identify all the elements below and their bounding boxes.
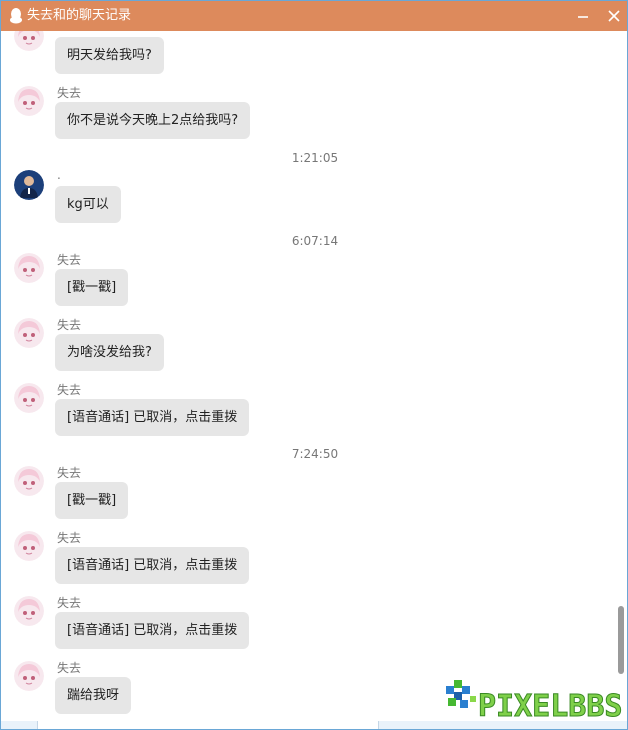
message-item: 失去 [语音通话] 已取消，点击重拨 [1, 531, 601, 591]
message-bubble[interactable]: kg可以 [55, 186, 121, 223]
message-item: 失去 [戳一戳] [1, 466, 601, 526]
minimize-icon [578, 16, 588, 18]
chat-history-window: 失去和的聊天记录 明天发给我吗? 失去 你不是说今天晚上2点给我吗? 1:21:… [0, 0, 628, 730]
message-item: 失去 [语音通话] 已取消，点击重拨 [1, 383, 601, 443]
message-input-edge[interactable] [37, 721, 379, 729]
anime-girl-avatar[interactable] [14, 31, 44, 51]
sender-name: 失去 [57, 383, 82, 397]
message-item: 明天发给我吗? [1, 31, 601, 81]
sender-name: 失去 [57, 253, 82, 267]
close-icon [608, 10, 620, 22]
qq-penguin-icon [10, 8, 22, 24]
pixelbbs-watermark: PIXELBBS [446, 680, 623, 725]
timestamp: 1:21:05 [291, 151, 339, 165]
close-button[interactable] [603, 6, 625, 26]
message-bubble[interactable]: [语音通话] 已取消，点击重拨 [55, 612, 250, 649]
message-bubble[interactable]: 你不是说今天晚上2点给我吗? [55, 102, 251, 139]
anime-girl-avatar[interactable] [14, 531, 44, 561]
sender-name: 失去 [57, 318, 82, 332]
anime-girl-avatar[interactable] [14, 466, 44, 496]
message-list[interactable]: 明天发给我吗? 失去 你不是说今天晚上2点给我吗? 1:21:05 . kg可以… [1, 31, 613, 721]
sender-name: 失去 [57, 86, 82, 100]
message-item: 失去 [语音通话] 已取消，点击重拨 [1, 596, 601, 656]
message-bubble[interactable]: 踹给我呀 [55, 677, 132, 714]
sender-name: . [57, 168, 61, 182]
sender-name: 失去 [57, 531, 82, 545]
anime-girl-avatar[interactable] [14, 318, 44, 348]
message-bubble[interactable]: [语音通话] 已取消，点击重拨 [55, 547, 250, 584]
title-bar[interactable]: 失去和的聊天记录 [1, 1, 627, 31]
minimize-button[interactable] [572, 6, 594, 26]
message-bubble[interactable]: 为啥没发给我? [55, 334, 164, 371]
message-bubble[interactable]: [戳一戳] [55, 269, 129, 306]
message-item: 失去 你不是说今天晚上2点给我吗? [1, 86, 601, 146]
sender-name: 失去 [57, 466, 82, 480]
window-title: 失去和的聊天记录 [27, 8, 132, 23]
anime-girl-avatar[interactable] [14, 86, 44, 116]
person-photo-avatar[interactable] [14, 170, 44, 200]
sender-name: 失去 [57, 596, 82, 610]
watermark-text: PIXELBBS [478, 689, 623, 724]
message-bubble[interactable]: 明天发给我吗? [55, 37, 164, 74]
message-item: 失去 [戳一戳] [1, 253, 601, 313]
message-bubble[interactable]: [语音通话] 已取消，点击重拨 [55, 399, 250, 436]
anime-girl-avatar[interactable] [14, 596, 44, 626]
message-item: . kg可以 [1, 168, 601, 230]
timestamp: 7:24:50 [291, 447, 339, 461]
vertical-scrollbar[interactable] [615, 31, 627, 721]
sender-name: 失去 [57, 661, 82, 675]
anime-girl-avatar[interactable] [14, 383, 44, 413]
message-item: 失去 为啥没发给我? [1, 318, 601, 378]
scrollbar-thumb[interactable] [618, 606, 624, 674]
anime-girl-avatar[interactable] [14, 253, 44, 283]
anime-girl-avatar[interactable] [14, 661, 44, 691]
message-bubble[interactable]: [戳一戳] [55, 482, 129, 519]
timestamp: 6:07:14 [291, 234, 339, 248]
